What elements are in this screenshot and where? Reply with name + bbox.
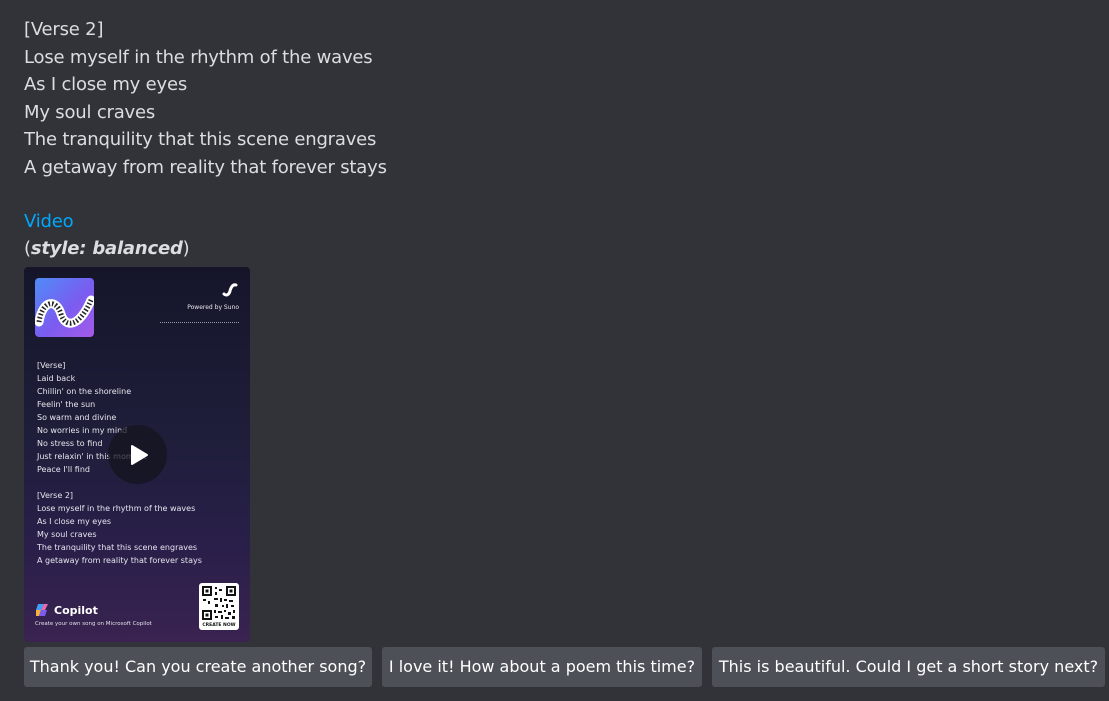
suggestion-button-poem[interactable]: I love it! How about a poem this time? xyxy=(382,647,702,687)
powered-by-label: Powered by Suno xyxy=(187,304,239,311)
lyric-line: As I close my eyes xyxy=(24,74,188,95)
card-lyric-line: A getaway from reality that forever stay… xyxy=(37,556,202,565)
card-lyric-line: Chillin' on the shoreline xyxy=(37,387,132,396)
lyric-line: Lose myself in the rhythm of the waves xyxy=(24,46,373,68)
style-value: style: balanced xyxy=(30,238,183,259)
card-lyric-line: Laid back xyxy=(37,374,76,383)
lyric-line: [Verse 2] xyxy=(24,19,104,40)
play-button[interactable] xyxy=(108,425,167,484)
suggestion-button-short-story[interactable]: This is beautiful. Could I get a short s… xyxy=(712,647,1105,687)
card-lyric-line: Lose myself in the rhythm of the waves xyxy=(37,504,196,513)
card-lyric-line: [Verse 2] xyxy=(37,491,74,500)
copilot-label: Copilot xyxy=(54,603,98,617)
song-cover-art xyxy=(35,278,94,337)
qr-create-now-label: CREATE NOW xyxy=(202,623,236,628)
lyric-line: A getaway from reality that forever stay… xyxy=(24,156,387,178)
message-content: [Verse 2] Lose myself in the rhythm of t… xyxy=(24,16,1084,262)
qr-code: CREATE NOW xyxy=(199,583,239,630)
qr-code-icon xyxy=(202,586,236,620)
lyric-line: My soul craves xyxy=(24,101,156,123)
card-lyric-line: As I close my eyes xyxy=(37,517,112,526)
style-note: (style: balanced) xyxy=(24,238,190,259)
card-lyric-line: The tranquility that this scene engraves xyxy=(37,543,198,552)
create-song-text: Create your own song on Microsoft Copilo… xyxy=(35,621,152,627)
progress-waveform xyxy=(160,322,239,323)
copilot-logo-icon xyxy=(36,604,48,616)
video-embed[interactable]: Powered by Suno [Verse] Laid back Chilli… xyxy=(24,267,250,642)
lyric-line: The tranquility that this scene engraves xyxy=(24,129,377,150)
suggestion-button-another-song[interactable]: Thank you! Can you create another song? xyxy=(24,647,372,687)
video-link[interactable]: Video xyxy=(24,208,1084,235)
copilot-brand: Copilot xyxy=(35,603,98,617)
suno-logo-icon xyxy=(222,282,238,301)
card-lyric-line: Feelin' the sun xyxy=(37,400,96,409)
card-lyric-line: So warm and divine xyxy=(37,413,117,422)
play-icon xyxy=(131,445,148,465)
card-lyric-line: [Verse] xyxy=(37,361,66,370)
card-lyric-line: My soul craves xyxy=(37,530,97,539)
